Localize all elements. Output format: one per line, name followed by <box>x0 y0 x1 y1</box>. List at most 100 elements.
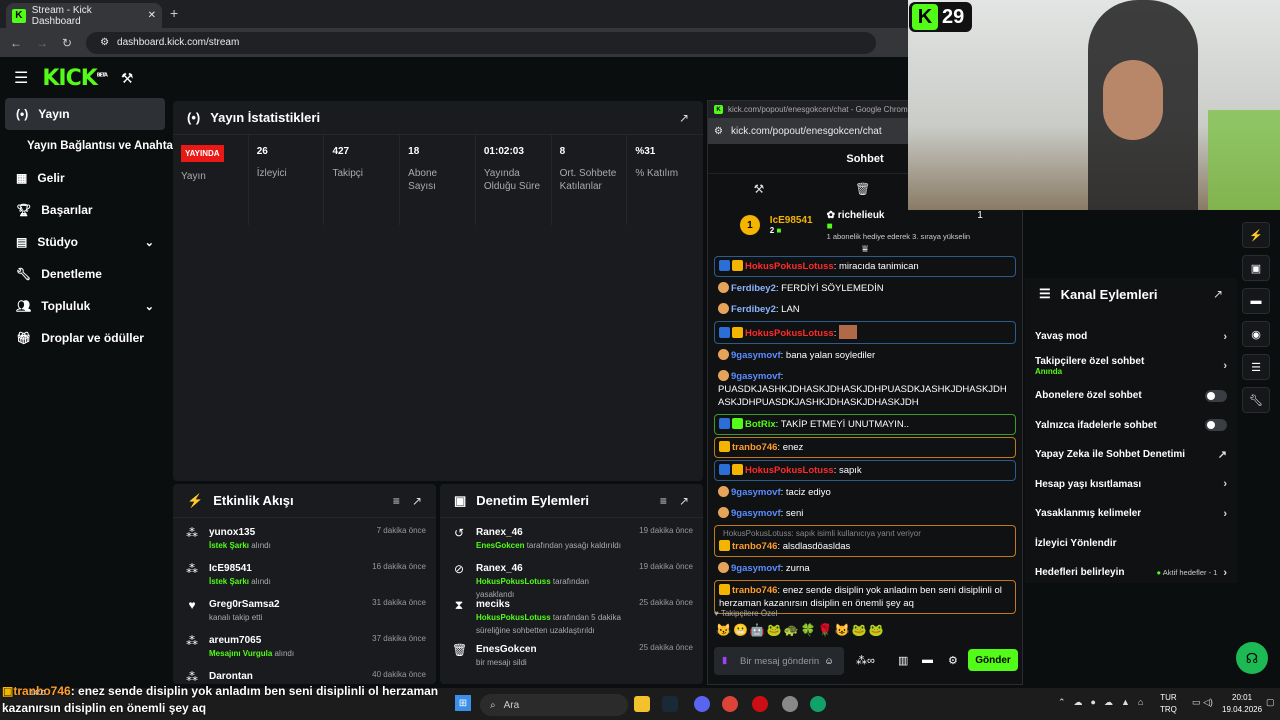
moderation-title: Denetim Eylemleri <box>476 493 590 508</box>
action-account-age[interactable]: Hesap yaşı kısıtlaması › <box>1025 470 1237 500</box>
activity-feed-panel: ⚡ Etkinlik Akışı ≡ ↗ ⁂ yunox135 İstek Şarkı a… <box>173 484 436 684</box>
emote-image <box>838 325 857 339</box>
site-info-icon[interactable]: ⚙ <box>100 37 109 48</box>
wallet-icon: ▦ <box>16 171 28 185</box>
support-icon[interactable]: ☊ <box>1236 642 1268 674</box>
chat-message: HokusPokusLotuss: <box>714 321 1016 344</box>
hammer-icon[interactable]: ⚒ <box>753 182 764 196</box>
chevron-right-icon: › <box>1223 330 1227 343</box>
taskbar-search[interactable]: ⌕ Ara <box>480 694 628 716</box>
browser-tab[interactable]: K Stream - Kick Dashboard ✕ <box>6 3 162 28</box>
sliders-icon[interactable]: ☰ <box>1242 354 1270 380</box>
stats-row: YAYINDA Yayın 26 İzleyici 427 Takipçi 18 Abo… <box>173 135 703 225</box>
action-raid[interactable]: İzleyici Yönlendir <box>1025 529 1237 559</box>
edge-icon[interactable] <box>810 696 826 712</box>
sidebar: (•) Yayın Yayın Bağlantısı ve Anahtarı ▦ G… <box>0 98 181 688</box>
send-button[interactable]: Gönder <box>968 649 1018 671</box>
users-icon[interactable]: ⁂∞ <box>856 654 875 667</box>
subs-only-toggle[interactable] <box>1205 389 1227 402</box>
filter-icon[interactable]: ≡ <box>660 494 667 508</box>
action-emotes-only[interactable]: Yalnızca ifadelerle sohbet <box>1025 411 1237 441</box>
users-icon: ⁂ <box>186 670 198 684</box>
broadcast-icon[interactable]: ◉ <box>1242 321 1270 347</box>
sidebar-item-droplar[interactable]: 🎁︎ Droplar ve ödüller <box>0 322 170 354</box>
list-item: ⁂ areum7065 Mesajını Vurgula alındı 37 daki… <box>173 626 436 662</box>
sidebar-item-basarilar[interactable]: 🏆︎ Başarılar <box>0 194 170 226</box>
store-icon[interactable]: ▥ <box>898 654 908 667</box>
wrench-icon: 🔧︎ <box>16 267 32 281</box>
pinned-toggle-icon[interactable]: ⩸ <box>708 245 1022 256</box>
clipboard-icon[interactable]: ▣ <box>1242 255 1270 281</box>
close-tab-icon[interactable]: ✕ <box>148 10 156 21</box>
discord-icon[interactable] <box>694 696 710 712</box>
chevron-right-icon: › <box>1223 507 1227 520</box>
new-tab-icon[interactable]: + <box>170 5 178 21</box>
sidebar-item-yayin[interactable]: (•) Yayın <box>5 98 165 130</box>
popout-icon[interactable]: ↗ <box>1213 287 1223 301</box>
chrome-icon[interactable] <box>722 696 738 712</box>
filter-icon[interactable]: ≡ <box>393 494 400 508</box>
reload-icon[interactable]: ↻ <box>62 36 72 50</box>
action-slow-mode[interactable]: Yavaş mod › <box>1025 322 1237 352</box>
trash-icon[interactable]: 🗑︎ <box>855 182 870 196</box>
explorer-icon[interactable] <box>634 696 650 712</box>
address-bar-row: ← → ↻ ⚙ dashboard.kick.com/stream <box>0 28 908 57</box>
right-rail: ⚡ ▣ ▬ ◉ ☰ 🔧︎ <box>1242 222 1274 452</box>
list-item: ↺ Ranex_46 EnesGokcen tarafından yasağı ka… <box>440 518 703 554</box>
list-item: ♥ Greg0rSamsa2 kanalı takip etti 31 dakika … <box>173 590 436 626</box>
bolt-icon: ⚡ <box>187 492 204 508</box>
popout-icon[interactable]: ↗ <box>679 111 689 125</box>
action-subs-only[interactable]: Abonelere özel sohbet <box>1025 381 1237 411</box>
action-goals[interactable]: Hedefleri belirleyin ● Aktif hedefler - 1… <box>1025 558 1237 588</box>
top-gifter-banner: 1 IcE98541 2 ■ ✿ richelieuk 1 ■ 1 abonelik… <box>708 204 1022 246</box>
app-icon[interactable] <box>782 696 798 712</box>
chat-message: tranbo746: enez <box>714 437 1016 458</box>
users-icon: ⁂ <box>186 562 198 576</box>
stat-uptime: 01:02:03 Yayında Olduğu Süre <box>476 135 552 225</box>
start-icon[interactable]: ⊞ <box>455 695 471 711</box>
stat-avg-chatters: 8 Ort. Sohbete Katılanlar <box>552 135 628 225</box>
sidebar-item-topluluk[interactable]: 👥︎ Topluluk ⌄ <box>0 290 170 322</box>
bolt-icon[interactable]: ⚡ <box>1242 222 1270 248</box>
emotes-only-toggle[interactable] <box>1205 419 1227 432</box>
hammer-icon[interactable]: ⚒ <box>121 70 134 87</box>
chat-message: HokusPokusLotuss: sapık isimli kullanıcı… <box>714 525 1016 557</box>
action-followers-only[interactable]: Takipçilere özel sohbet Anında › <box>1025 352 1237 382</box>
language-indicator[interactable]: TUR TRQ <box>1160 692 1177 716</box>
action-banned-words[interactable]: Yasaklanmış kelimeler › <box>1025 499 1237 529</box>
gear-icon[interactable]: ⚙ <box>948 654 958 667</box>
sidebar-item-denetleme[interactable]: 🔧︎ Denetleme <box>0 258 170 290</box>
url-text: dashboard.kick.com/stream <box>117 37 240 48</box>
weather[interactable]: 14°C <box>30 690 46 697</box>
action-ai-moderation[interactable]: Yapay Zeka ile Sohbet Denetimi ↗ <box>1025 440 1237 470</box>
chat-message: Ferdibey2: LAN <box>714 300 1016 319</box>
forward-icon[interactable]: → <box>36 36 48 50</box>
popout-icon[interactable]: ↗ <box>679 494 689 508</box>
clock[interactable]: 20:01 19.04.2026 <box>1222 692 1262 716</box>
sidebar-item-studyo[interactable]: ▤ Stüdyo ⌄ <box>0 226 170 258</box>
menu-icon[interactable]: ☰ <box>14 68 28 88</box>
chat-bubble-icon[interactable]: ▬ <box>922 654 933 666</box>
popout-icon[interactable]: ↗ <box>412 494 422 508</box>
chat-input[interactable]: ▮ Bir mesaj gönderin ☺ <box>714 647 844 675</box>
chevron-right-icon: › <box>1223 478 1227 491</box>
heart-icon: ♥ <box>188 598 196 612</box>
url-field[interactable]: ⚙ dashboard.kick.com/stream <box>86 31 877 54</box>
chat-message: Ferdibey2: FERDİYİ SÖYLEMEDİN <box>714 279 1016 298</box>
clipboard-icon: ▣ <box>454 492 467 508</box>
sliders-icon: ☰ <box>1039 286 1051 301</box>
chat-bubble-icon[interactable]: ▬ <box>1242 288 1270 314</box>
undo-icon: ↺ <box>453 526 465 540</box>
sidebar-item-gelir[interactable]: ▦ Gelir <box>0 162 170 194</box>
tray-icons[interactable]: ⌃☁●☁▲⌂ <box>1058 697 1151 708</box>
studio-icon: ▤ <box>16 235 28 249</box>
opera-icon[interactable] <box>752 696 768 712</box>
wrench-icon[interactable]: 🔧︎ <box>1242 387 1270 413</box>
steam-icon[interactable] <box>662 696 678 712</box>
notification-icon[interactable]: ▢ <box>1266 697 1275 708</box>
network-volume-icon[interactable]: ▭ ◁) <box>1192 697 1213 708</box>
kick-logo[interactable]: KICKBETA <box>42 66 108 91</box>
sidebar-item-stream-key[interactable]: Yayın Bağlantısı ve Anahtarı <box>0 130 181 162</box>
back-icon[interactable]: ← <box>10 36 22 50</box>
emote-bar[interactable]: 😼😬🤖🐸🐢🍀🌹😺🐸🐸 <box>716 623 885 637</box>
